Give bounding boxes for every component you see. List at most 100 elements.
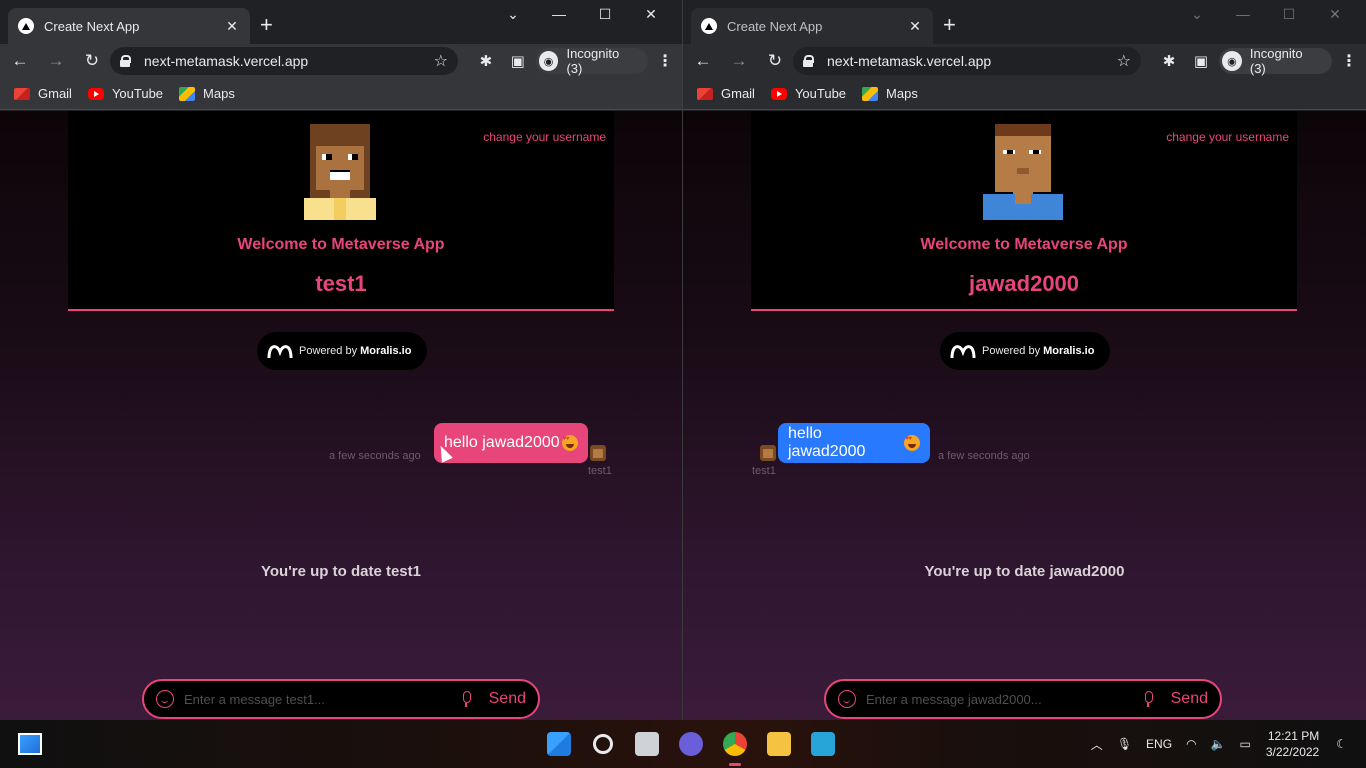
teams-chat-button[interactable] [669, 728, 713, 760]
volume-icon[interactable]: 🔈 [1211, 737, 1226, 751]
extensions-icon[interactable]: ✱ [1153, 52, 1185, 70]
maps-icon [862, 86, 879, 101]
bookmark-star-icon[interactable]: ☆ [1117, 51, 1131, 71]
forward-button[interactable]: → [40, 51, 72, 71]
profile-header: change your username Welcome to Metavers… [751, 111, 1297, 311]
reload-button[interactable]: ↻ [759, 51, 791, 71]
address-bar[interactable]: next-metamask.vercel.app ☆ [793, 47, 1141, 75]
message-text: hello jawad2000 [444, 434, 560, 451]
message-input[interactable] [866, 691, 1133, 707]
lock-icon[interactable] [803, 55, 814, 67]
chevron-up-icon[interactable]: ︿ [1091, 736, 1103, 753]
message-bubble: hello jawad2000 [434, 423, 588, 463]
change-username-link[interactable]: change your username [1166, 130, 1289, 144]
focus-moon-icon[interactable]: ☾ [1336, 737, 1347, 751]
search-button[interactable] [581, 728, 625, 760]
folder-icon [767, 732, 791, 756]
tab-strip: Create Next App ✕ + ⌄ — ☐ ✕ [0, 0, 682, 44]
powered-by-moralis-badge[interactable]: Powered by Moralis.io [940, 332, 1110, 370]
incognito-badge[interactable]: ◉ Incognito (3) [1218, 46, 1333, 76]
toolbar-right: ✱ ▣ ◉ Incognito (3) ⋮ [470, 44, 682, 78]
language-indicator[interactable]: ENG [1146, 737, 1172, 751]
side-panel-icon[interactable]: ▣ [1185, 52, 1217, 70]
incognito-badge[interactable]: ◉ Incognito (3) [535, 46, 649, 76]
browser-window-left: Create Next App ✕ + ⌄ — ☐ ✕ ← → ↻ next-m… [0, 0, 683, 720]
close-window-button[interactable]: ✕ [1312, 6, 1358, 23]
extensions-icon[interactable]: ✱ [470, 52, 502, 70]
microphone-icon[interactable] [1143, 691, 1153, 707]
change-username-link[interactable]: change your username [483, 130, 606, 144]
menu-kebab-icon[interactable]: ⋮ [1332, 51, 1366, 71]
message-timestamp: a few seconds ago [938, 450, 1030, 462]
incognito-label: Incognito (3) [1249, 46, 1303, 76]
chrome-taskbar-button[interactable] [713, 728, 757, 766]
minimize-button[interactable]: — [1220, 6, 1266, 23]
window-controls: ⌄ — ☐ ✕ [1174, 6, 1358, 23]
menu-kebab-icon[interactable]: ⋮ [648, 51, 682, 71]
powered-by-moralis-badge[interactable]: Powered by Moralis.io [257, 332, 427, 370]
tab-create-next-app[interactable]: Create Next App ✕ [8, 8, 250, 44]
bookmark-star-icon[interactable]: ☆ [434, 51, 448, 71]
reload-button[interactable]: ↻ [76, 51, 108, 71]
message-composer: Send [142, 679, 540, 719]
tab-create-next-app[interactable]: Create Next App ✕ [691, 8, 933, 44]
task-view-button[interactable] [625, 728, 669, 760]
close-window-button[interactable]: ✕ [628, 6, 674, 23]
maximize-button[interactable]: ☐ [582, 6, 628, 23]
youtube-icon [87, 87, 104, 100]
send-button[interactable]: Send [1171, 690, 1208, 708]
wifi-icon[interactable]: ◠ [1186, 737, 1196, 751]
new-tab-button[interactable]: + [260, 14, 273, 36]
bookmark-label: YouTube [111, 86, 164, 101]
url-text[interactable]: next-metamask.vercel.app [144, 53, 434, 69]
camera-app-button[interactable] [801, 728, 845, 760]
powered-by-text: Powered by [982, 345, 1041, 357]
message-bubble: hello jawad2000 [778, 423, 930, 463]
moralis-brand: Moralis.io [360, 345, 412, 357]
widgets-icon[interactable] [18, 733, 42, 755]
emoji-picker-icon[interactable] [156, 690, 174, 708]
file-explorer-button[interactable] [757, 728, 801, 760]
bookmark-youtube[interactable]: YouTube [87, 86, 164, 101]
bookmarks-bar: Gmail YouTube Maps [0, 78, 682, 110]
tab-close-icon[interactable]: ✕ [224, 18, 240, 35]
forward-button[interactable]: → [723, 51, 755, 71]
tab-title: Create Next App [44, 18, 140, 34]
bookmark-youtube[interactable]: YouTube [770, 86, 846, 101]
vercel-favicon-icon [701, 18, 717, 34]
back-button[interactable]: ← [4, 51, 36, 71]
pixel-avatar-female [304, 124, 376, 220]
microphone-tray-icon[interactable]: 🎙 [1117, 737, 1132, 751]
lock-icon[interactable] [120, 55, 131, 67]
clock[interactable]: 12:21 PM 3/22/2022 [1266, 728, 1319, 760]
windows-start-icon [547, 732, 571, 756]
start-button[interactable] [537, 728, 581, 760]
welcome-heading: Welcome to Metaverse App [920, 236, 1128, 253]
bookmark-maps[interactable]: Maps [862, 86, 918, 101]
new-tab-button[interactable]: + [943, 14, 956, 36]
side-panel-icon[interactable]: ▣ [502, 52, 534, 70]
send-button[interactable]: Send [489, 690, 526, 708]
battery-icon[interactable]: ▭ [1240, 737, 1251, 751]
bookmark-gmail[interactable]: Gmail [14, 86, 72, 101]
message-input[interactable] [184, 691, 451, 707]
minimize-button[interactable]: — [536, 6, 582, 23]
teams-chat-icon [679, 732, 703, 756]
username-title: jawad2000 [968, 271, 1080, 296]
tab-search-icon[interactable]: ⌄ [1174, 6, 1220, 23]
microphone-icon[interactable] [461, 691, 471, 707]
emoji-picker-icon[interactable] [838, 690, 856, 708]
tab-close-icon[interactable]: ✕ [907, 18, 923, 35]
tab-search-icon[interactable]: ⌄ [490, 6, 536, 23]
back-button[interactable]: ← [687, 51, 719, 71]
profile-header: change your username Welcome to Metavers… [68, 111, 614, 311]
bookmark-gmail[interactable]: Gmail [697, 86, 755, 101]
gmail-icon [697, 87, 713, 100]
powered-by-text: Powered by [299, 345, 358, 357]
maximize-button[interactable]: ☐ [1266, 6, 1312, 23]
address-bar[interactable]: next-metamask.vercel.app ☆ [110, 47, 458, 75]
bookmarks-bar: Gmail YouTube Maps [683, 78, 1366, 110]
heart-eyes-emoji-icon [904, 435, 920, 451]
bookmark-maps[interactable]: Maps [179, 86, 235, 101]
url-text[interactable]: next-metamask.vercel.app [827, 53, 1117, 69]
